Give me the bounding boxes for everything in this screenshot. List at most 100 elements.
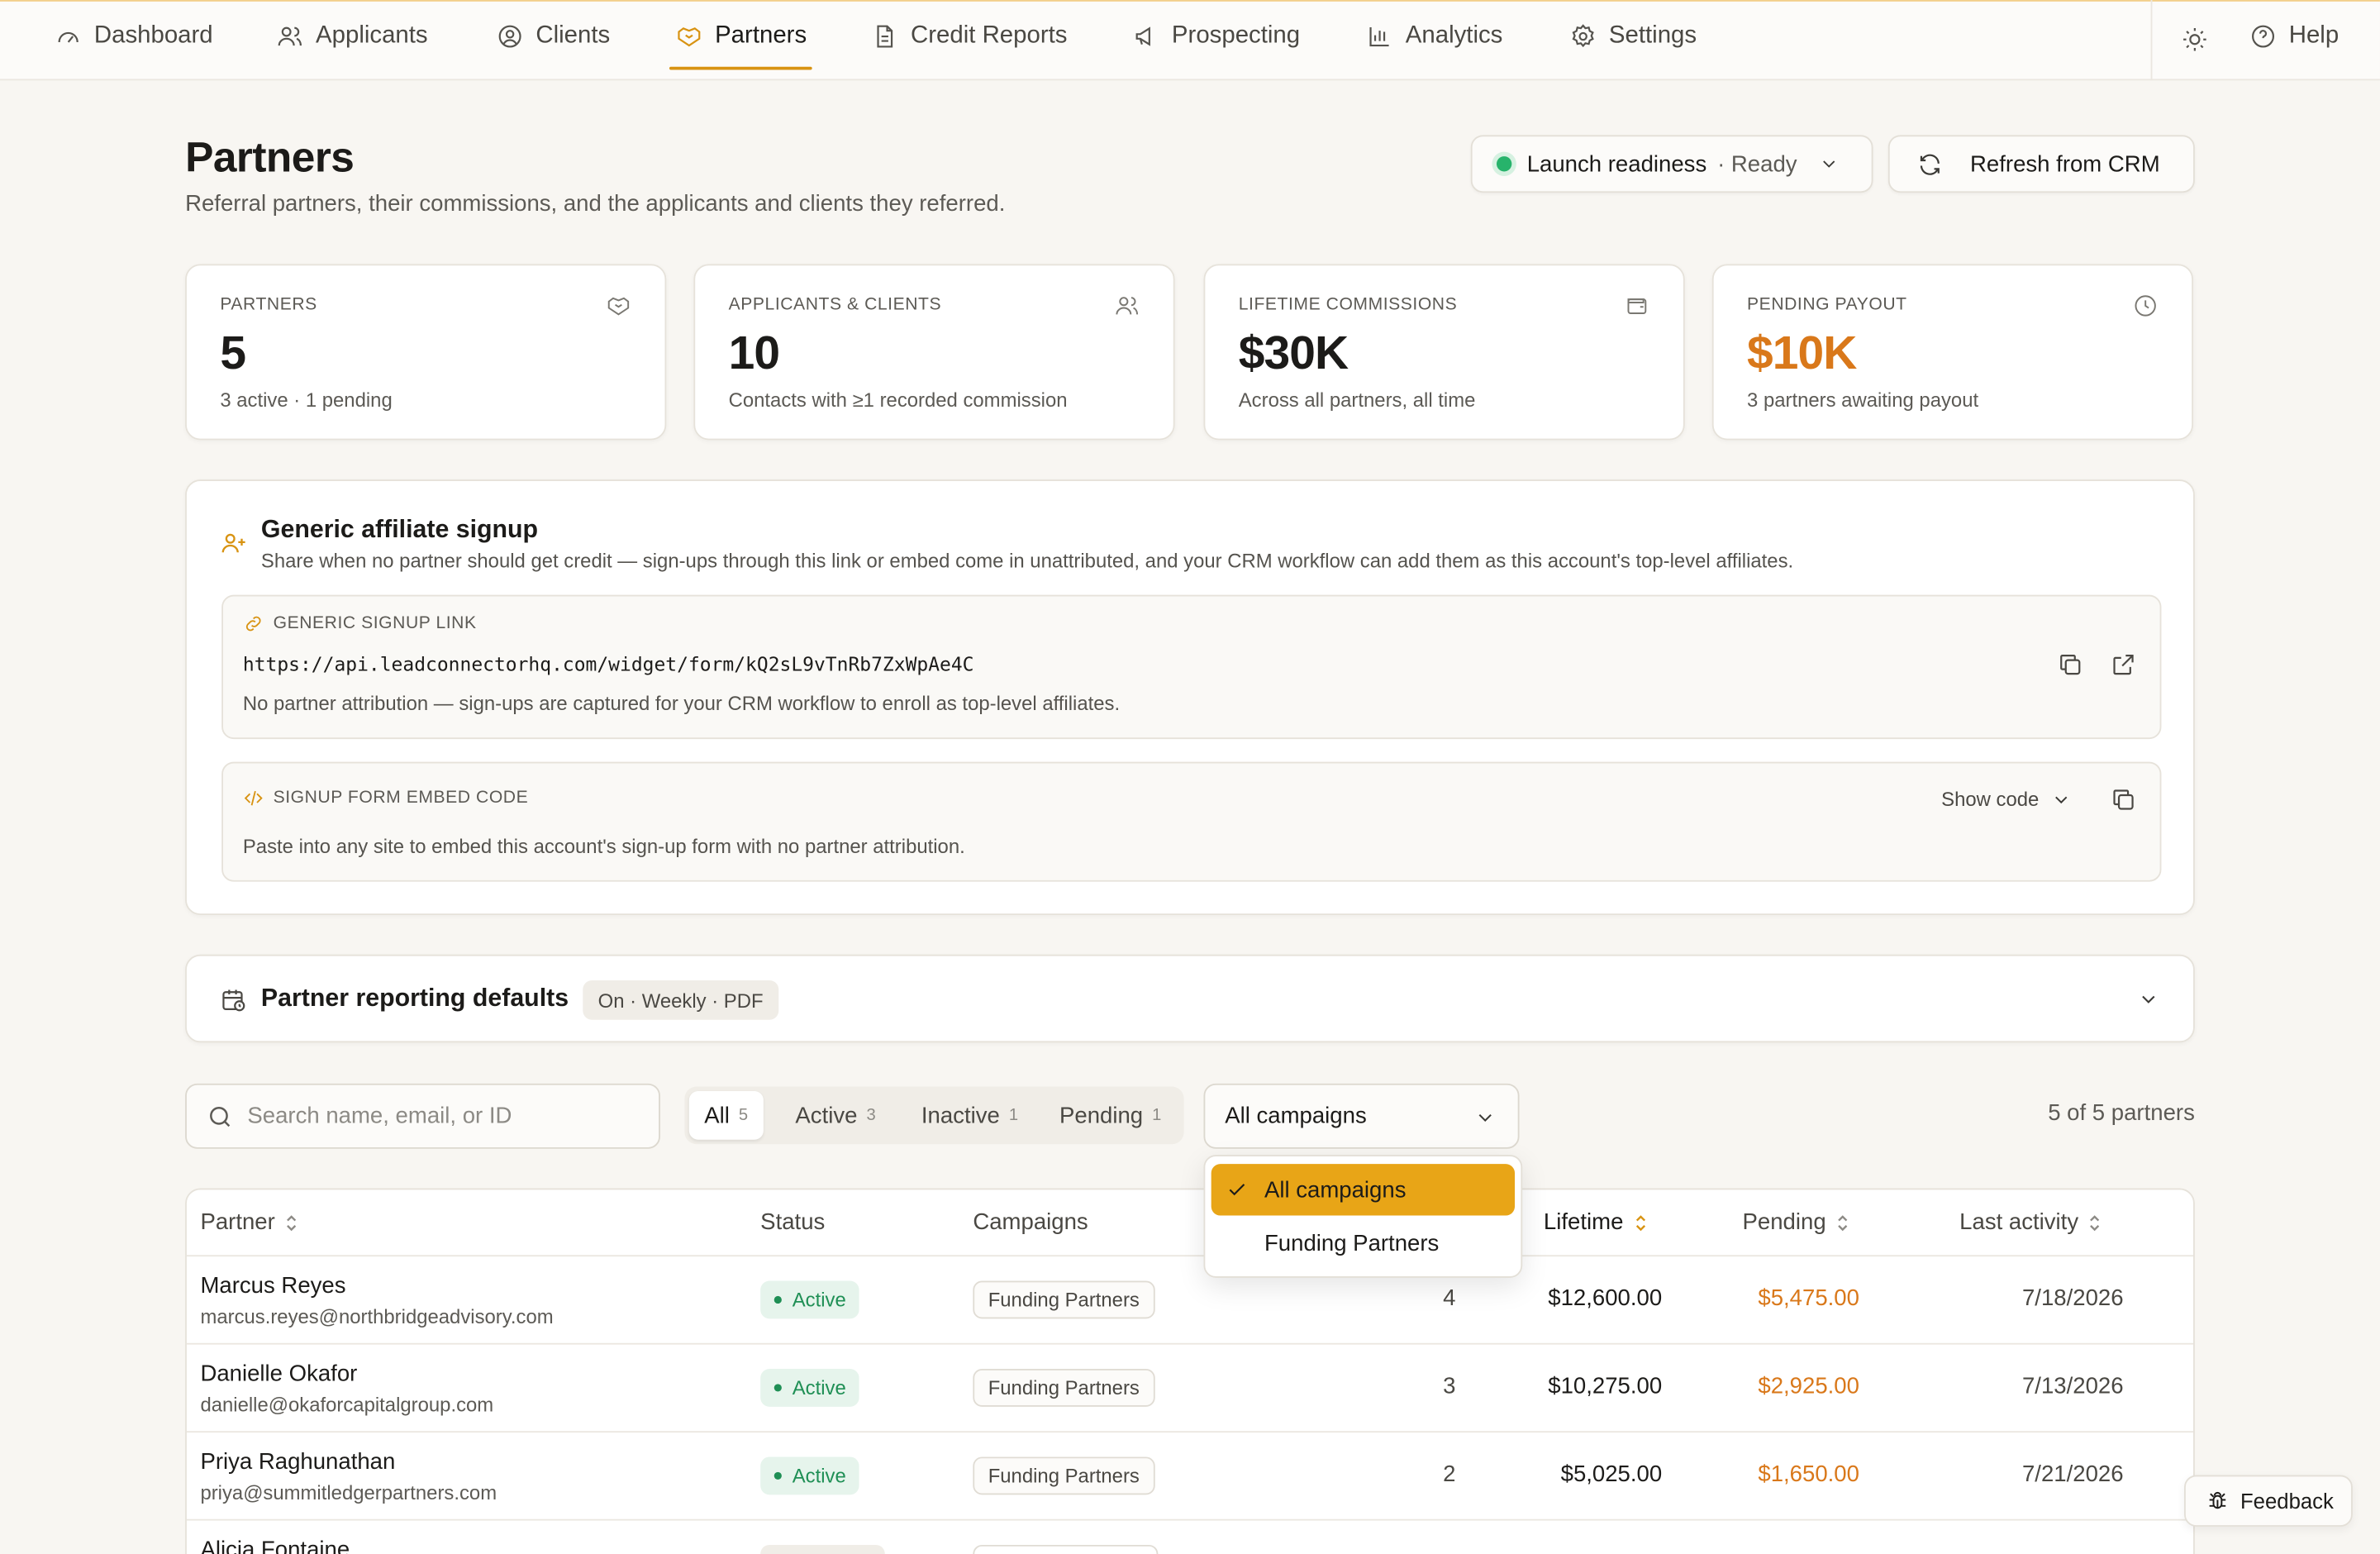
- stat-label: LIFETIME COMMISSIONS: [1238, 296, 1458, 315]
- tab-inactive[interactable]: Inactive 1: [907, 1091, 1034, 1140]
- stat-card-applicants-clients: APPLICANTS & CLIENTS 10 Contacts with ≥1…: [693, 264, 1175, 441]
- refresh-from-crm-button[interactable]: Refresh from CRM: [1887, 135, 2195, 193]
- show-code-toggle[interactable]: Show code: [1941, 787, 2073, 811]
- nav-partners[interactable]: Partners: [669, 0, 814, 73]
- sort-icon: [1635, 1214, 1645, 1231]
- stat-label: PENDING PAYOUT: [1747, 296, 1907, 315]
- tab-active[interactable]: Active 3: [780, 1091, 891, 1140]
- refresh-label: Refresh from CRM: [1970, 150, 2160, 177]
- column-header-label: Campaigns: [973, 1209, 1088, 1236]
- wallet-icon: [1627, 298, 1647, 315]
- table-row[interactable]: Danielle Okafor danielle@okaforcapitalgr…: [186, 1342, 2194, 1431]
- stat-value: $30K: [1238, 326, 1349, 379]
- stat-value: 10: [728, 326, 780, 379]
- table-row[interactable]: Alicia Fontaine: [186, 1518, 2194, 1554]
- bar-chart-icon: [1369, 27, 1389, 47]
- nav-credit-reports[interactable]: Credit Reports: [871, 0, 1067, 73]
- handshake-icon: [678, 27, 701, 47]
- stat-value: 5: [220, 326, 246, 379]
- campaign-select[interactable]: All campaigns: [1203, 1083, 1520, 1149]
- pending-amount: $2,925.00: [1758, 1373, 1859, 1399]
- tab-label: All: [704, 1102, 730, 1128]
- column-header-label: Partner: [200, 1209, 275, 1236]
- nav-applicants[interactable]: Applicants: [276, 0, 428, 73]
- tab-label: Pending: [1059, 1102, 1144, 1128]
- embed-code-label: SIGNUP FORM EMBED CODE: [273, 789, 529, 808]
- status-badge: Active: [760, 1280, 860, 1319]
- nav-clients-label: Clients: [536, 22, 611, 49]
- column-header-partner[interactable]: Partner: [200, 1209, 299, 1235]
- status-filter-tabs: All 5 Active 3 Inactive 1 Pending 1: [684, 1086, 1184, 1145]
- bug-icon: [2209, 1491, 2226, 1509]
- pending-amount: $1,650.00: [1758, 1461, 1859, 1488]
- signup-link-note: No partner attribution — sign-ups are ca…: [242, 692, 1121, 715]
- partner-email: priya@summitledgerpartners.com: [200, 1480, 497, 1504]
- copy-embed-button[interactable]: [2110, 786, 2137, 821]
- feedback-button[interactable]: Feedback: [2184, 1475, 2353, 1527]
- affiliate-signup-card: Generic affiliate signup Share when no p…: [185, 479, 2195, 916]
- copy-link-button[interactable]: [2057, 651, 2084, 686]
- signup-link-url[interactable]: https://api.leadconnectorhq.com/widget/f…: [243, 652, 974, 675]
- affiliate-description: Share when no partner should get credit …: [260, 549, 1794, 573]
- campaign-option-all[interactable]: All campaigns: [1211, 1164, 1516, 1216]
- partner-email: marcus.reyes@northbridgeadvisory.com: [200, 1304, 554, 1328]
- column-header-last-activity[interactable]: Last activity: [1959, 1209, 2102, 1235]
- partner-name: Marcus Reyes: [200, 1273, 346, 1299]
- lifetime-amount: $5,025.00: [1560, 1461, 1663, 1488]
- launch-readiness-button[interactable]: Launch readiness · Ready: [1470, 135, 1873, 193]
- users-icon: [278, 26, 302, 46]
- nav-settings[interactable]: Settings: [1569, 0, 1697, 73]
- table-row[interactable]: Priya Raghunathan priya@summitledgerpart…: [186, 1431, 2194, 1518]
- nav-prospecting-label: Prospecting: [1171, 22, 1301, 49]
- search-input[interactable]: [247, 1084, 642, 1147]
- search-icon: [210, 1106, 231, 1127]
- feedback-label: Feedback: [2240, 1489, 2334, 1513]
- nav-applicants-label: Applicants: [316, 22, 428, 49]
- table-row[interactable]: Marcus Reyes marcus.reyes@northbridgeadv…: [186, 1255, 2194, 1342]
- tab-label: Inactive: [921, 1102, 1000, 1128]
- link-icon: [245, 616, 261, 632]
- sort-icon: [1838, 1214, 1848, 1231]
- clock-icon: [2135, 295, 2156, 317]
- nav-dashboard[interactable]: Dashboard: [55, 0, 213, 73]
- partner-name: Alicia Fontaine: [200, 1537, 350, 1554]
- referral-count: 3: [1443, 1373, 1456, 1399]
- signup-link-label: GENERIC SIGNUP LINK: [273, 614, 477, 633]
- nav-prospecting[interactable]: Prospecting: [1132, 0, 1300, 73]
- tab-pending[interactable]: Pending 1: [1045, 1091, 1177, 1140]
- reporting-defaults-card[interactable]: Partner reporting defaults On · Weekly ·…: [185, 954, 2195, 1043]
- last-activity-date: 7/13/2026: [2021, 1373, 2124, 1399]
- refresh-icon: [1920, 153, 1940, 174]
- page-title: Partners: [185, 133, 355, 181]
- file-text-icon: [877, 25, 893, 48]
- option-label: All campaigns: [1264, 1176, 1407, 1203]
- partner-email: danielle@okaforcapitalgroup.com: [200, 1393, 494, 1416]
- stat-note: Contacts with ≥1 recorded commission: [728, 388, 1068, 412]
- option-label: Funding Partners: [1264, 1229, 1440, 1256]
- theme-toggle-button[interactable]: [2175, 21, 2215, 58]
- campaign-tag: Funding Partners: [973, 1280, 1155, 1319]
- nav-analytics[interactable]: Analytics: [1366, 0, 1502, 73]
- embed-code-box: SIGNUP FORM EMBED CODE Paste into any si…: [221, 761, 2162, 882]
- help-button[interactable]: Help: [2249, 0, 2339, 73]
- nav-clients[interactable]: Clients: [497, 0, 611, 73]
- tab-count: 5: [738, 1106, 749, 1125]
- tab-all[interactable]: All 5: [688, 1091, 764, 1140]
- calendar-clock-icon: [222, 989, 245, 1012]
- nav-analytics-label: Analytics: [1405, 22, 1503, 49]
- handshake-icon: [607, 297, 630, 316]
- nav-credit-reports-label: Credit Reports: [911, 22, 1068, 49]
- stat-note: Across all partners, all time: [1238, 388, 1476, 412]
- open-link-button[interactable]: [2110, 651, 2137, 686]
- last-activity-date: 7/18/2026: [2021, 1285, 2124, 1312]
- column-header-pending[interactable]: Pending: [1743, 1209, 1851, 1235]
- gear-icon: [1572, 24, 1594, 48]
- sun-icon: [2183, 27, 2206, 51]
- campaign-option-funding-partners[interactable]: Funding Partners: [1211, 1217, 1515, 1268]
- nav-divider: [2150, 0, 2153, 81]
- column-header-lifetime[interactable]: Lifetime: [1544, 1209, 1648, 1235]
- status-badge: Active: [760, 1368, 860, 1407]
- show-code-label: Show code: [1941, 787, 2040, 811]
- stat-label: APPLICANTS & CLIENTS: [728, 296, 942, 315]
- embed-code-note: Paste into any site to embed this accoun…: [242, 834, 965, 858]
